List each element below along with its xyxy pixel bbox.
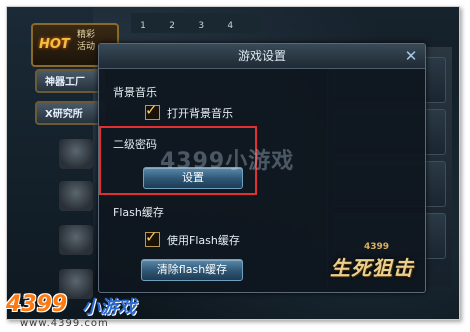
tab-3[interactable]: 3: [189, 16, 213, 36]
close-icon[interactable]: ✕: [403, 48, 419, 64]
site-logo-text: 小游戏: [82, 297, 136, 318]
hot-side-line-2: 活动: [77, 42, 96, 52]
center-watermark: 4399小游戏: [160, 149, 295, 174]
music-section-title: 背景音乐: [113, 86, 157, 99]
game-logo-small: 4399: [364, 242, 390, 252]
flash-cache-checkbox[interactable]: ✓: [145, 228, 160, 247]
site-logo-number: 4399: [6, 292, 68, 317]
checkmark-icon: ✓: [145, 228, 158, 246]
hot-side-line-1: 精彩: [77, 30, 96, 40]
dialog-header: 游戏设置 ✕: [99, 44, 425, 69]
clear-flash-cache-button[interactable]: 清除flash缓存: [141, 259, 243, 281]
flash-cache-checkbox-label: 使用Flash缓存: [167, 234, 240, 247]
tab-4[interactable]: 4: [218, 16, 242, 36]
hot-side-text: 精彩 活动: [77, 29, 95, 53]
helmet-icon[interactable]: [59, 139, 93, 169]
vest-icon[interactable]: [59, 181, 93, 211]
page-tabs: 1 2 3 4: [131, 13, 261, 33]
tab-2[interactable]: 2: [160, 16, 184, 36]
music-checkbox[interactable]: ✓: [145, 101, 160, 120]
flash-section-title: Flash缓存: [113, 206, 164, 219]
site-logo: 4399 小游戏 www.4399.com: [0, 290, 150, 332]
dialog-title: 游戏设置: [237, 49, 286, 63]
menu-item-x-lab[interactable]: X研究所: [35, 101, 105, 125]
game-logo: 4399 生死狙击: [330, 242, 436, 286]
gloves-icon[interactable]: [59, 225, 93, 255]
site-url: www.4399.com: [20, 318, 109, 329]
hot-badge: HOT: [39, 37, 70, 52]
game-logo-main: 生死狙击: [330, 256, 414, 280]
menu-item-artifact-factory[interactable]: 神器工厂: [35, 69, 105, 93]
tab-1[interactable]: 1: [131, 16, 155, 36]
checkmark-icon: ✓: [145, 101, 158, 119]
music-checkbox-label: 打开背景音乐: [167, 107, 233, 120]
